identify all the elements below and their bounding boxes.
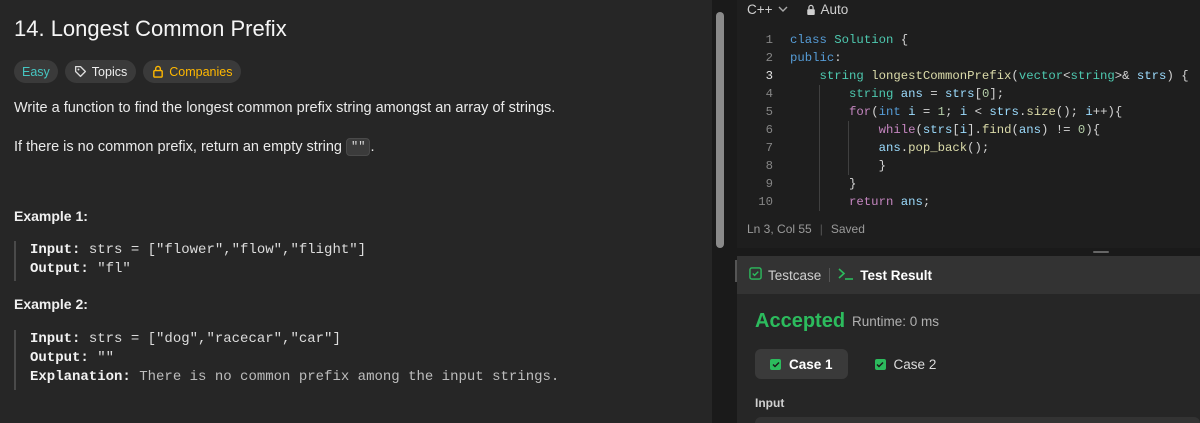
code-line: 5 for(int i = 1; i < strs.size(); i++){ xyxy=(737,103,1200,121)
verdict-text: Accepted xyxy=(755,310,846,332)
lock-icon xyxy=(152,65,164,78)
chevron-down-icon xyxy=(778,6,788,13)
line-number: 7 xyxy=(765,141,773,155)
example-2-heading: Example 2: xyxy=(14,296,88,312)
code-lines[interactable]: 1 class Solution { 2 public: 3 string long… xyxy=(737,31,1200,211)
check-icon xyxy=(874,358,886,370)
tab-test-result[interactable]: Test Result xyxy=(838,267,932,283)
case-tabs: Case 1 Case 2 xyxy=(755,349,951,379)
code-editor[interactable]: C++ Auto 1 class Solution { 2 public: 3 st… xyxy=(737,0,1200,248)
code-line: 4 string ans = strs[0]; xyxy=(737,85,1200,103)
input-value: strs = ["flower","flow","flight"] xyxy=(80,242,367,258)
line-number: 6 xyxy=(765,123,773,137)
companies-button[interactable]: Companies xyxy=(143,60,242,83)
scrollbar-thumb[interactable] xyxy=(716,12,724,248)
cursor-position: Ln 3, Col 55 xyxy=(747,222,812,236)
line-number: 4 xyxy=(765,87,773,101)
code-line: 2 public: xyxy=(737,49,1200,67)
line-number: 9 xyxy=(765,177,773,191)
terminal-icon xyxy=(838,267,854,283)
case-1-button[interactable]: Case 1 xyxy=(755,349,848,379)
resize-handle[interactable] xyxy=(1093,251,1109,253)
difficulty-label: Easy xyxy=(22,64,50,79)
code-line: 1 class Solution { xyxy=(737,31,1200,49)
checkbox-icon xyxy=(749,267,762,283)
topics-button[interactable]: Topics xyxy=(64,60,137,83)
example-output-line: Output: "" xyxy=(30,349,559,368)
example-input-line: Input: strs = ["dog","racecar","car"] xyxy=(30,330,559,349)
explanation-value: There is no common prefix among the inpu… xyxy=(130,369,560,385)
example-1-block: Input: strs = ["flower","flow","flight"]… xyxy=(14,241,366,281)
output-value: "fl" xyxy=(88,261,131,277)
test-result-panel: Testcase Test Result Accepted Runtime: 0… xyxy=(737,256,1200,423)
description-text-end: . xyxy=(370,138,375,155)
line-number: 2 xyxy=(765,51,773,65)
case-2-button[interactable]: Case 2 xyxy=(860,349,952,379)
description-paragraph-1: Write a function to find the longest com… xyxy=(14,100,556,116)
example-explanation-line: Explanation: There is no common prefix a… xyxy=(30,368,559,387)
problem-description-panel: 14. Longest Common Prefix Easy Topics Co… xyxy=(0,0,712,423)
tag-icon xyxy=(74,65,87,78)
example-input-line: Input: strs = ["flower","flow","flight"] xyxy=(30,241,366,260)
editor-status-bar: Ln 3, Col 55 | Saved xyxy=(747,222,865,236)
example-1-heading: Example 1: xyxy=(14,208,88,224)
code-line: 9 } xyxy=(737,175,1200,193)
check-icon xyxy=(770,358,781,370)
auto-mode-indicator[interactable]: Auto xyxy=(806,2,849,17)
editor-toolbar: C++ Auto xyxy=(747,2,848,17)
line-number: 10 xyxy=(758,195,773,209)
line-number: 3 xyxy=(765,69,773,83)
line-number: 8 xyxy=(765,159,773,173)
output-label: Output: xyxy=(30,261,89,277)
example-output-line: Output: "fl" xyxy=(30,260,366,279)
runtime-text: Runtime: 0 ms xyxy=(852,314,940,329)
description-paragraph-2: If there is no common prefix, return an … xyxy=(14,138,374,156)
explanation-label: Explanation: xyxy=(30,369,131,385)
save-status: Saved xyxy=(830,222,865,236)
language-select[interactable]: C++ xyxy=(747,2,788,17)
difficulty-badge[interactable]: Easy xyxy=(14,60,58,83)
line-number: 5 xyxy=(765,105,773,119)
code-line: 10 return ans; xyxy=(737,193,1200,211)
code-line: 8 } xyxy=(737,157,1200,175)
input-section-label: Input xyxy=(755,396,785,410)
topics-label: Topics xyxy=(91,64,128,79)
language-label: C++ xyxy=(747,2,773,17)
input-label: Input: xyxy=(30,331,81,347)
input-value: strs = ["dog","racecar","car"] xyxy=(80,331,341,347)
problem-title-text: 14. Longest Common Prefix xyxy=(14,16,287,41)
companies-label: Companies xyxy=(169,64,233,79)
input-label: Input: xyxy=(30,242,81,258)
code-line: 7 ans.pop_back(); xyxy=(737,139,1200,157)
description-text: If there is no common prefix, return an … xyxy=(14,138,347,155)
tab-test-result-label: Test Result xyxy=(860,267,933,283)
problem-tags: Easy Topics Companies xyxy=(14,60,242,83)
result-tabs: Testcase Test Result xyxy=(737,256,1200,294)
lock-icon xyxy=(806,4,816,16)
problem-title: 14. Longest Common Prefix xyxy=(14,16,287,42)
case-label: Case 2 xyxy=(893,356,937,372)
code-line: 3 string longestCommonPrefix(vector<stri… xyxy=(737,67,1200,85)
input-display-box xyxy=(755,417,1200,423)
case-label: Case 1 xyxy=(789,356,833,372)
code-line: 6 while(strs[i].find(ans) != 0){ xyxy=(737,121,1200,139)
tab-divider xyxy=(829,268,831,282)
output-value: "" xyxy=(88,350,115,366)
tab-testcase-label: Testcase xyxy=(768,267,822,283)
line-number: 1 xyxy=(765,33,773,47)
example-2-block: Input: strs = ["dog","racecar","car"] Ou… xyxy=(14,330,559,390)
tab-testcase[interactable]: Testcase xyxy=(749,267,821,283)
status-divider: | xyxy=(819,222,823,236)
output-label: Output: xyxy=(30,350,89,366)
mode-label: Auto xyxy=(820,2,849,17)
inline-code: "" xyxy=(346,138,371,156)
